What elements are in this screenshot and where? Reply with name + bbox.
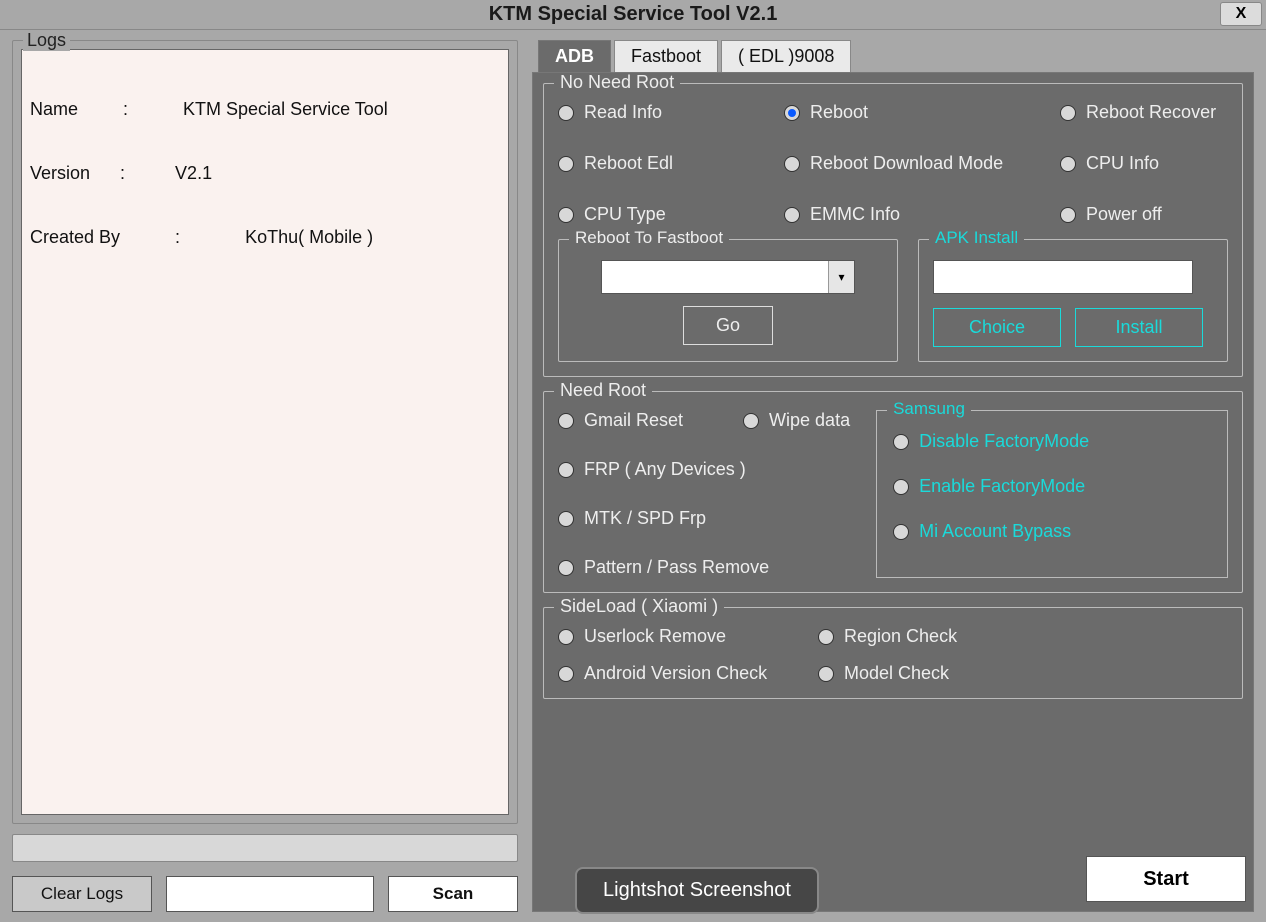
dropdown-icon[interactable]: ▾ bbox=[828, 261, 854, 293]
radio-pattern[interactable]: Pattern / Pass Remove bbox=[558, 557, 850, 578]
logs-group: Logs Name : KTM Special Service Tool Ver… bbox=[12, 40, 518, 824]
radio-wipe-data[interactable]: Wipe data bbox=[743, 410, 850, 431]
radio-reboot-edl[interactable]: Reboot Edl bbox=[558, 153, 778, 174]
logs-legend: Logs bbox=[23, 30, 70, 51]
radio-emmc-info[interactable]: EMMC Info bbox=[784, 204, 1054, 225]
radio-reboot-recover[interactable]: Reboot Recover bbox=[1060, 102, 1228, 123]
subgroup-legend: Samsung bbox=[887, 399, 971, 419]
log-line: Name : KTM Special Service Tool bbox=[30, 98, 500, 120]
sideload-group: SideLoad ( Xiaomi ) Userlock Remove Regi… bbox=[543, 607, 1243, 699]
radio-reboot-download[interactable]: Reboot Download Mode bbox=[784, 153, 1054, 174]
need-root-group: Need Root Gmail Reset Wipe data FRP ( An… bbox=[543, 391, 1243, 593]
apk-install-group: APK Install Choice Install bbox=[918, 239, 1228, 362]
progress-bar bbox=[12, 834, 518, 862]
start-button[interactable]: Start bbox=[1086, 856, 1246, 902]
group-legend: No Need Root bbox=[554, 72, 680, 93]
reboot-to-fastboot-group: Reboot To Fastboot ▾ Go bbox=[558, 239, 898, 362]
radio-gmail-reset[interactable]: Gmail Reset bbox=[558, 410, 683, 431]
radio-android-version-check[interactable]: Android Version Check bbox=[558, 663, 818, 684]
radio-mtk-spd[interactable]: MTK / SPD Frp bbox=[558, 508, 850, 529]
titlebar: KTM Special Service Tool V2.1 X bbox=[0, 0, 1266, 30]
device-combo[interactable] bbox=[166, 876, 374, 912]
apk-path-input[interactable] bbox=[933, 260, 1193, 294]
radio-power-off[interactable]: Power off bbox=[1060, 204, 1228, 225]
tabs: ADB Fastboot ( EDL )9008 bbox=[538, 40, 1254, 72]
radio-disable-factorymode[interactable]: Disable FactoryMode bbox=[893, 431, 1211, 452]
radio-mi-account-bypass[interactable]: Mi Account Bypass bbox=[893, 521, 1211, 542]
fastboot-combo-input[interactable] bbox=[602, 261, 828, 293]
subgroup-legend: APK Install bbox=[929, 228, 1024, 248]
group-legend: SideLoad ( Xiaomi ) bbox=[554, 596, 724, 617]
install-button[interactable]: Install bbox=[1075, 308, 1203, 347]
scan-button[interactable]: Scan bbox=[388, 876, 518, 912]
subgroup-legend: Reboot To Fastboot bbox=[569, 228, 729, 248]
log-line: Created By : KoThu( Mobile ) bbox=[30, 226, 500, 248]
tab-fastboot[interactable]: Fastboot bbox=[614, 40, 718, 72]
log-line: Version : V2.1 bbox=[30, 162, 500, 184]
radio-model-check[interactable]: Model Check bbox=[818, 663, 1038, 684]
logs-textarea[interactable]: Name : KTM Special Service Tool Version … bbox=[21, 49, 509, 815]
tab-body: No Need Root Read Info Reboot Reboot Rec… bbox=[532, 72, 1254, 912]
tab-edl[interactable]: ( EDL )9008 bbox=[721, 40, 851, 72]
fastboot-combo[interactable]: ▾ bbox=[601, 260, 855, 294]
radio-read-info[interactable]: Read Info bbox=[558, 102, 778, 123]
no-need-root-group: No Need Root Read Info Reboot Reboot Rec… bbox=[543, 83, 1243, 377]
group-legend: Need Root bbox=[554, 380, 652, 401]
go-button[interactable]: Go bbox=[683, 306, 773, 345]
samsung-group: Samsung Disable FactoryMode Enable Facto… bbox=[876, 410, 1228, 578]
radio-enable-factorymode[interactable]: Enable FactoryMode bbox=[893, 476, 1211, 497]
choice-button[interactable]: Choice bbox=[933, 308, 1061, 347]
radio-reboot[interactable]: Reboot bbox=[784, 102, 1054, 123]
app-title: KTM Special Service Tool V2.1 bbox=[489, 3, 778, 26]
lightshot-overlay: Lightshot Screenshot bbox=[575, 867, 819, 914]
clear-logs-button[interactable]: Clear Logs bbox=[12, 876, 152, 912]
tab-adb[interactable]: ADB bbox=[538, 40, 611, 72]
radio-cpu-type[interactable]: CPU Type bbox=[558, 204, 778, 225]
close-button[interactable]: X bbox=[1220, 2, 1262, 26]
radio-cpu-info[interactable]: CPU Info bbox=[1060, 153, 1228, 174]
radio-region-check[interactable]: Region Check bbox=[818, 626, 1038, 647]
radio-frp-any[interactable]: FRP ( Any Devices ) bbox=[558, 459, 850, 480]
radio-userlock-remove[interactable]: Userlock Remove bbox=[558, 626, 818, 647]
